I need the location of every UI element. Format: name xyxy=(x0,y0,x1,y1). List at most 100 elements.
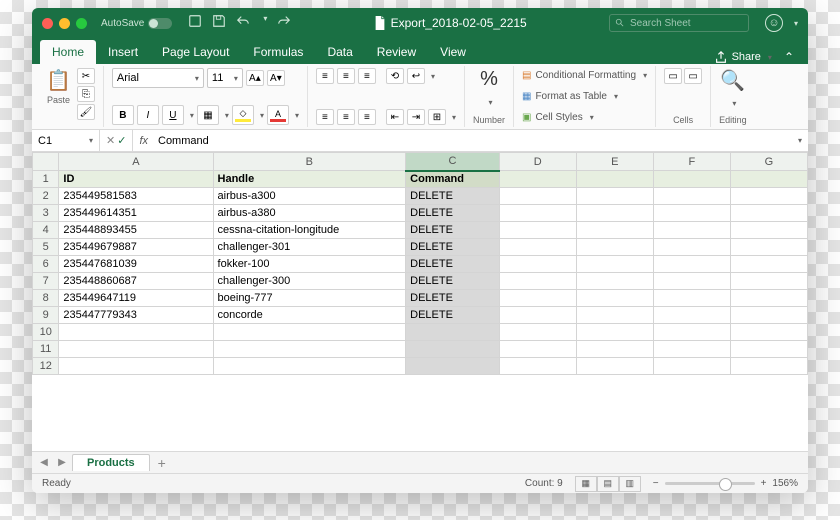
cell-B3[interactable]: airbus-a380 xyxy=(213,205,406,222)
cell-F9[interactable] xyxy=(653,307,730,324)
cell-F10[interactable] xyxy=(653,324,730,341)
cell-G3[interactable] xyxy=(730,205,807,222)
merge-button[interactable]: ⊞ xyxy=(428,109,446,125)
cell-A1[interactable]: ID xyxy=(59,171,213,188)
col-header-B[interactable]: B xyxy=(213,153,406,171)
cell-G11[interactable] xyxy=(730,341,807,358)
cell-G5[interactable] xyxy=(730,239,807,256)
cell-A4[interactable]: 235448893455 xyxy=(59,222,213,239)
cell-E8[interactable] xyxy=(576,290,653,307)
zoom-out-button[interactable]: − xyxy=(653,478,659,489)
cell-A6[interactable]: 235447681039 xyxy=(59,256,213,273)
cell-D5[interactable] xyxy=(499,239,576,256)
cell-B1[interactable]: Handle xyxy=(213,171,406,188)
row-header-3[interactable]: 3 xyxy=(33,205,59,222)
cell-D11[interactable] xyxy=(499,341,576,358)
align-top-button[interactable]: ≡ xyxy=(316,68,334,84)
cell-D6[interactable] xyxy=(499,256,576,273)
collapse-ribbon-icon[interactable]: ⌃ xyxy=(778,50,800,64)
expand-formula-bar[interactable]: ▾ xyxy=(792,136,808,145)
row-header-6[interactable]: 6 xyxy=(33,256,59,273)
cell-D4[interactable] xyxy=(499,222,576,239)
fx-icon[interactable]: fx xyxy=(133,135,154,147)
feedback-dropdown-icon[interactable]: ▾ xyxy=(794,19,798,28)
cell-E5[interactable] xyxy=(576,239,653,256)
row-header-12[interactable]: 12 xyxy=(33,358,59,375)
tab-page-layout[interactable]: Page Layout xyxy=(150,40,241,64)
cell-C2[interactable]: DELETE xyxy=(406,188,500,205)
bold-button[interactable]: B xyxy=(112,105,134,125)
cell-G10[interactable] xyxy=(730,324,807,341)
autosave-toggle[interactable]: AutoSave xyxy=(101,18,172,29)
cell-A2[interactable]: 235449581583 xyxy=(59,188,213,205)
row-header-9[interactable]: 9 xyxy=(33,307,59,324)
cell-E10[interactable] xyxy=(576,324,653,341)
cell-B4[interactable]: cessna-citation-longitude xyxy=(213,222,406,239)
cell-A7[interactable]: 235448860687 xyxy=(59,273,213,290)
cell-G9[interactable] xyxy=(730,307,807,324)
cut-button[interactable]: ✂ xyxy=(77,68,95,84)
sheet-nav-next[interactable]: ▶ xyxy=(54,455,70,471)
cell-D9[interactable] xyxy=(499,307,576,324)
format-as-table-button[interactable]: ▦Format as Table▾ xyxy=(522,89,647,104)
cell-B5[interactable]: challenger-301 xyxy=(213,239,406,256)
cell-B9[interactable]: concorde xyxy=(213,307,406,324)
spreadsheet-grid[interactable]: ABCDEFG1IDHandleCommand2235449581583airb… xyxy=(32,152,808,451)
decrease-indent-button[interactable]: ⇤ xyxy=(386,109,404,125)
wrap-text-button[interactable]: ↩ xyxy=(407,68,425,84)
cell-D2[interactable] xyxy=(499,188,576,205)
font-size-select[interactable]: 11▾ xyxy=(207,68,243,88)
cell-D10[interactable] xyxy=(499,324,576,341)
orientation-button[interactable]: ⟲ xyxy=(386,68,404,84)
cell-F4[interactable] xyxy=(653,222,730,239)
borders-button[interactable]: ▦ xyxy=(197,105,219,125)
row-header-1[interactable]: 1 xyxy=(33,171,59,188)
close-window-button[interactable] xyxy=(42,18,53,29)
cell-B12[interactable] xyxy=(213,358,406,375)
align-bottom-button[interactable]: ≡ xyxy=(358,68,376,84)
cell-F2[interactable] xyxy=(653,188,730,205)
cell-A11[interactable] xyxy=(59,341,213,358)
cell-E6[interactable] xyxy=(576,256,653,273)
insert-cells-button[interactable]: ▭ xyxy=(664,68,682,84)
row-header-5[interactable]: 5 xyxy=(33,239,59,256)
cell-C1[interactable]: Command xyxy=(406,171,500,188)
cell-A9[interactable]: 235447779343 xyxy=(59,307,213,324)
cell-F11[interactable] xyxy=(653,341,730,358)
cell-E7[interactable] xyxy=(576,273,653,290)
cell-styles-button[interactable]: ▣Cell Styles▾ xyxy=(522,110,647,125)
align-center-button[interactable]: ≡ xyxy=(337,109,355,125)
italic-button[interactable]: I xyxy=(137,105,159,125)
cell-D12[interactable] xyxy=(499,358,576,375)
row-header-2[interactable]: 2 xyxy=(33,188,59,205)
cell-C7[interactable]: DELETE xyxy=(406,273,500,290)
row-header-10[interactable]: 10 xyxy=(33,324,59,341)
cell-C8[interactable]: DELETE xyxy=(406,290,500,307)
tab-formulas[interactable]: Formulas xyxy=(241,40,315,64)
cell-G1[interactable] xyxy=(730,171,807,188)
align-left-button[interactable]: ≡ xyxy=(316,109,334,125)
row-header-8[interactable]: 8 xyxy=(33,290,59,307)
cell-B8[interactable]: boeing-777 xyxy=(213,290,406,307)
share-button[interactable]: Share▾ xyxy=(708,50,778,64)
sheet-tab-products[interactable]: Products xyxy=(72,454,150,471)
cell-F7[interactable] xyxy=(653,273,730,290)
name-box[interactable]: C1▾ xyxy=(32,130,100,151)
cell-B10[interactable] xyxy=(213,324,406,341)
cell-A10[interactable] xyxy=(59,324,213,341)
delete-cells-button[interactable]: ▭ xyxy=(684,68,702,84)
col-header-A[interactable]: A xyxy=(59,153,213,171)
cell-C9[interactable]: DELETE xyxy=(406,307,500,324)
tab-review[interactable]: Review xyxy=(365,40,428,64)
confirm-formula-button[interactable]: ✓ xyxy=(117,134,126,147)
cell-G4[interactable] xyxy=(730,222,807,239)
cell-F1[interactable] xyxy=(653,171,730,188)
col-header-F[interactable]: F xyxy=(653,153,730,171)
cell-C4[interactable]: DELETE xyxy=(406,222,500,239)
zoom-in-button[interactable]: + xyxy=(761,478,767,489)
increase-font-button[interactable]: A▴ xyxy=(246,70,264,86)
view-page-break-button[interactable]: ▥ xyxy=(619,476,641,492)
col-header-G[interactable]: G xyxy=(730,153,807,171)
cell-F5[interactable] xyxy=(653,239,730,256)
cell-B11[interactable] xyxy=(213,341,406,358)
